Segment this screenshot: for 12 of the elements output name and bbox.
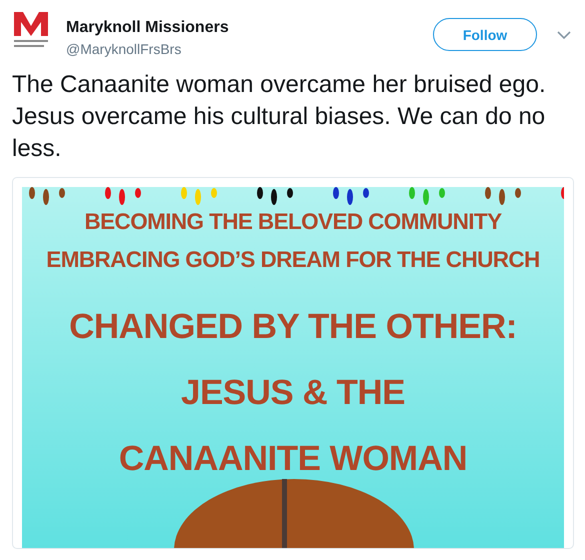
poster-subtitle: BECOMING THE BELOVED COMMUNITY [84, 209, 502, 235]
poster-subtitle: EMBRACING GOD’S DREAM FOR THE CHURCH [46, 247, 540, 273]
account-handle[interactable]: @MaryknollFrsBrs [66, 41, 433, 57]
follow-button[interactable]: Follow [433, 18, 537, 51]
media-card[interactable]: BECOMING THE BELOVED COMMUNITY EMBRACING GOD’S DREAM FOR THE CHURCH CHANGED BY THE OTHER: JESUS & THE CANAANITE WOMAN [12, 177, 574, 549]
logo [12, 10, 50, 50]
poster-title: CANAANITE WOMAN [118, 439, 468, 479]
tweet-text: The Canaanite woman overcame her bruised ego. Jesus overcame his cultural biases. We can do no less. [12, 70, 547, 164]
chevron-icon[interactable] [557, 31, 571, 39]
poster-title: JESUS & THE [181, 373, 405, 413]
poster-title: CHANGED BY THE OTHER: [69, 307, 517, 347]
account-name[interactable]: Maryknoll Missioners [66, 19, 433, 37]
